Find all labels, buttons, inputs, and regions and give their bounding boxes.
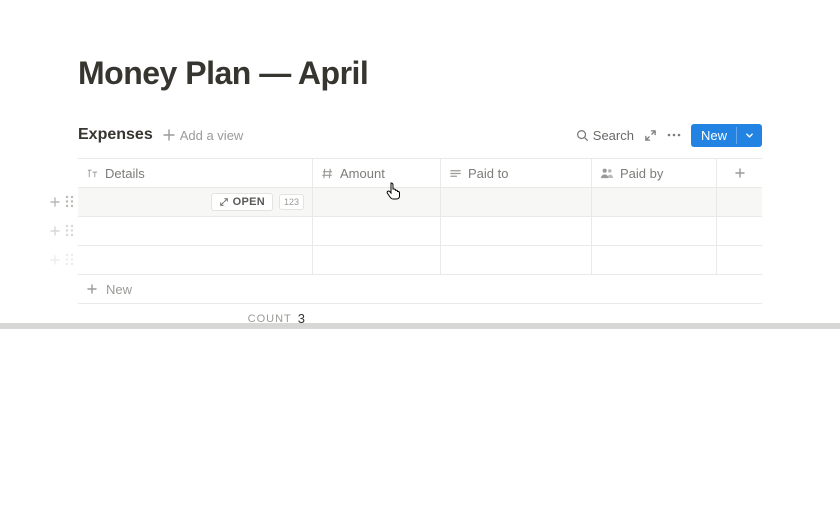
- cell-paid-by[interactable]: [592, 188, 717, 217]
- person-property-icon: [600, 167, 614, 180]
- table-row[interactable]: [78, 217, 762, 246]
- cell-trailing: [717, 246, 762, 275]
- open-icon: [219, 197, 229, 207]
- page-title[interactable]: Money Plan — April: [78, 55, 762, 92]
- row-index-hint: 123: [279, 194, 304, 210]
- new-button-dropdown[interactable]: [736, 127, 762, 144]
- page-divider: [0, 323, 840, 329]
- column-header-label: Paid to: [468, 166, 508, 181]
- search-icon: [576, 129, 589, 142]
- drag-handle[interactable]: [65, 224, 74, 237]
- cell-amount[interactable]: [313, 188, 441, 217]
- new-button[interactable]: New: [691, 124, 762, 147]
- add-column-button[interactable]: [717, 159, 762, 188]
- cell-paid-to[interactable]: [441, 246, 592, 275]
- expand-button[interactable]: [644, 129, 657, 142]
- cell-paid-to[interactable]: [441, 188, 592, 217]
- plus-icon: [734, 167, 746, 179]
- table-row[interactable]: [78, 246, 762, 275]
- add-view-button[interactable]: Add a view: [163, 128, 244, 143]
- chevron-down-icon: [745, 131, 754, 140]
- drag-handle-icon: [65, 253, 74, 266]
- drag-handle[interactable]: [65, 253, 74, 266]
- plus-icon: [49, 225, 61, 237]
- open-row-button[interactable]: OPEN: [211, 193, 273, 211]
- column-header-label: Amount: [340, 166, 385, 181]
- drag-handle-icon: [65, 224, 74, 237]
- cell-details[interactable]: [78, 246, 313, 275]
- plus-icon: [86, 283, 98, 295]
- table-row[interactable]: OPEN 123: [78, 188, 762, 217]
- column-header-label: Paid by: [620, 166, 663, 181]
- search-button[interactable]: Search: [576, 128, 634, 143]
- column-header-amount[interactable]: Amount: [313, 159, 441, 188]
- database-name[interactable]: Expenses: [78, 126, 153, 144]
- plus-icon: [49, 254, 61, 266]
- add-row-inline-button[interactable]: [49, 196, 61, 208]
- database-header: Expenses Add a view Search New: [78, 120, 762, 150]
- cell-trailing: [717, 217, 762, 246]
- new-row-label: New: [106, 282, 132, 297]
- cell-paid-by[interactable]: [592, 217, 717, 246]
- expand-icon: [644, 129, 657, 142]
- add-row-inline-button[interactable]: [49, 225, 61, 237]
- new-row-button[interactable]: New: [78, 275, 762, 304]
- cell-trailing: [717, 188, 762, 217]
- column-header-paid-to[interactable]: Paid to: [441, 159, 592, 188]
- database-table: Details Amount Paid to Paid by: [78, 158, 762, 333]
- column-header-details[interactable]: Details: [78, 159, 313, 188]
- plus-icon: [49, 196, 61, 208]
- column-header-label: Details: [105, 166, 145, 181]
- dots-icon: [667, 133, 681, 137]
- search-label: Search: [593, 128, 634, 143]
- column-header-paid-by[interactable]: Paid by: [592, 159, 717, 188]
- add-view-label: Add a view: [180, 128, 244, 143]
- open-row-label: OPEN: [233, 196, 265, 208]
- row-gutter: [36, 158, 78, 274]
- cell-amount[interactable]: [313, 217, 441, 246]
- text-property-icon: [449, 167, 462, 180]
- cell-details[interactable]: [78, 217, 313, 246]
- cell-amount[interactable]: [313, 246, 441, 275]
- number-property-icon: [321, 167, 334, 180]
- cell-paid-by[interactable]: [592, 246, 717, 275]
- cell-paid-to[interactable]: [441, 217, 592, 246]
- drag-handle[interactable]: [65, 195, 74, 208]
- drag-handle-icon: [65, 195, 74, 208]
- plus-icon: [163, 129, 175, 141]
- more-options-button[interactable]: [667, 133, 681, 137]
- new-button-label: New: [691, 124, 736, 147]
- add-row-inline-button[interactable]: [49, 254, 61, 266]
- title-property-icon: [86, 167, 99, 180]
